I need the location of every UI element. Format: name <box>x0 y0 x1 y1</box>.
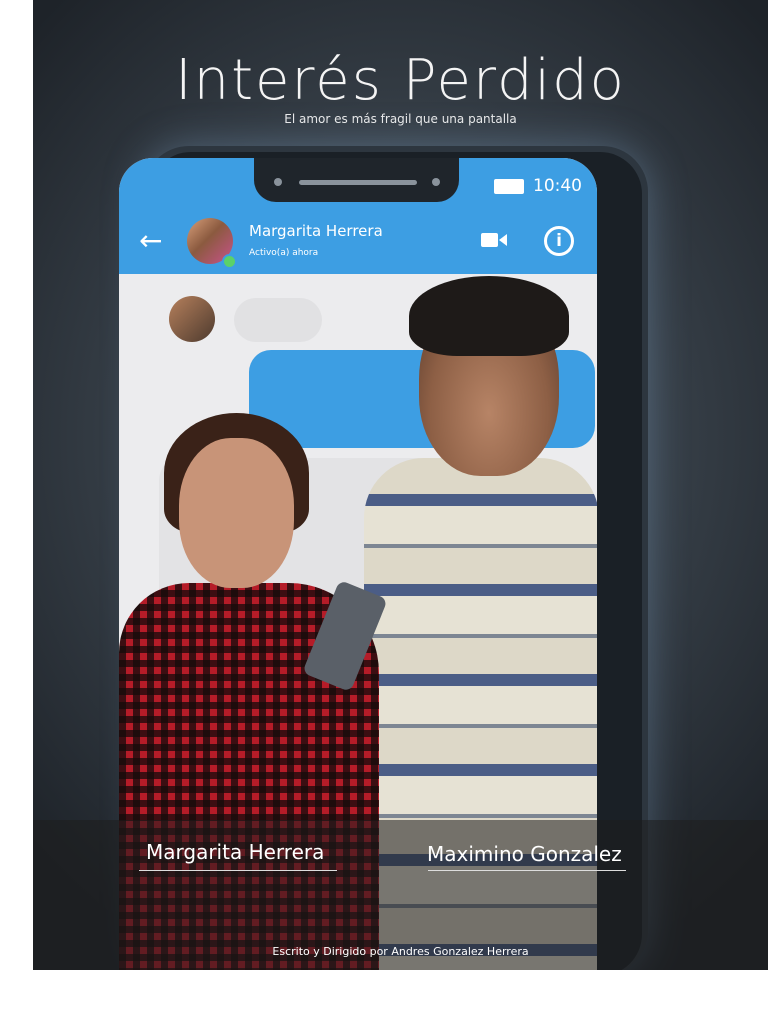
speaker-grille <box>299 180 417 185</box>
phone-notch <box>254 158 459 202</box>
contact-name[interactable]: Margarita Herrera <box>249 222 383 240</box>
back-arrow-icon[interactable]: ← <box>139 224 162 258</box>
info-icon[interactable]: i <box>544 226 574 256</box>
contact-status: Activo(a) ahora <box>249 248 319 258</box>
status-bar: 10:40 <box>119 158 597 210</box>
sensor-icon <box>432 178 440 186</box>
man-figure-hair <box>409 276 569 356</box>
battery-icon <box>494 179 524 194</box>
status-time: 10:40 <box>533 176 582 196</box>
online-indicator <box>222 254 237 269</box>
poster-tagline: El amor es más fragil que una pantalla <box>284 112 517 126</box>
chat-header: ← Margarita Herrera Activo(a) ahora i <box>119 210 597 274</box>
poster-title: Interés Perdido <box>175 48 626 113</box>
phone-screen: 10:40 ← Margarita Herrera Activo(a) ahor… <box>119 158 597 970</box>
woman-figure-face <box>179 438 294 588</box>
front-camera-icon <box>274 178 282 186</box>
video-camera-icon[interactable] <box>481 230 507 250</box>
man-figure-body <box>364 458 597 970</box>
message-avatar <box>169 296 215 342</box>
incoming-message-bubble <box>234 298 322 342</box>
